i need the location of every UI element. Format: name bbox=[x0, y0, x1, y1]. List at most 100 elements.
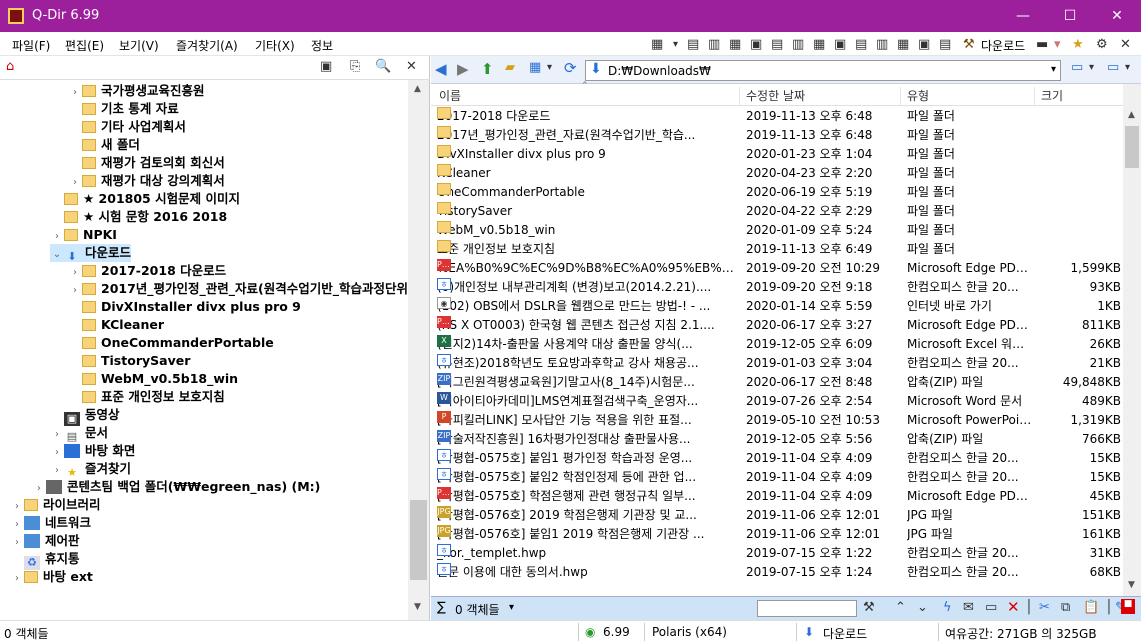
layout-dropdown-icon[interactable]: ▾ bbox=[673, 39, 678, 50]
file-row[interactable]: 표준 개인정보 보호지침 2019-11-13 오후 6:49 파일 폴더 bbox=[431, 240, 1123, 259]
file-row[interactable]: ㅎ 원문 이용에 대한 동의서.hwp 2019-07-15 오후 1:24 한컴오피… bbox=[431, 563, 1123, 582]
tree-item[interactable]: 기초 통계 자료 bbox=[68, 100, 179, 118]
tree-item[interactable]: › 2017-2018 다운로드 bbox=[68, 262, 226, 280]
back-icon[interactable]: ◀ bbox=[435, 60, 447, 78]
stop-icon[interactable]: ■ bbox=[1121, 599, 1135, 614]
file-row[interactable]: WebM_v0.5b18_win 2020-01-09 오후 5:24 파일 폴더 bbox=[431, 221, 1123, 240]
mail-icon[interactable]: ✉ bbox=[963, 600, 974, 615]
paste-icon[interactable]: 📋 bbox=[1083, 600, 1099, 615]
address-path[interactable]: D:₩Downloads₩ bbox=[608, 64, 711, 78]
tree-item[interactable]: ★ 시험 문항 2016 2018 bbox=[50, 208, 227, 226]
scroll-up-icon[interactable]: ▲ bbox=[414, 84, 421, 94]
tree-item[interactable]: › 국가평생교육진흥원 bbox=[68, 82, 205, 100]
folder-tree[interactable]: › 국가평생교육진흥원 기초 통계 자료 기타 사업계획서 새 폴더 재평가 검토의회 회… bbox=[0, 80, 408, 620]
tree-scrollbar[interactable]: ▲ ▼ bbox=[408, 80, 429, 620]
scroll-down-icon[interactable]: ▼ bbox=[414, 602, 421, 612]
layout-10-icon[interactable]: ▤ bbox=[855, 37, 867, 52]
view-mode-icon[interactable]: ▦ bbox=[529, 60, 541, 75]
file-row[interactable]: PDF(KS X OT0003) 한국형 웹 콘텐츠 접근성 지침 2.1...… bbox=[431, 316, 1123, 335]
tree-item[interactable]: ⌄ ⬇ 다운로드 bbox=[50, 244, 132, 264]
tree-item[interactable]: WebM_v0.5b18_win bbox=[68, 370, 238, 388]
cut-icon[interactable]: ✂ bbox=[1039, 600, 1050, 615]
copy-path-icon[interactable]: ⎘ bbox=[350, 59, 360, 74]
scrollbar-thumb[interactable] bbox=[410, 500, 427, 580]
file-row[interactable]: OneCommanderPortable 2020-06-19 오후 5:19 파일… bbox=[431, 183, 1123, 202]
file-row[interactable]: 2017-2018 다운로드 2019-11-13 오후 6:48 파일 폴더 bbox=[431, 107, 1123, 126]
file-row[interactable]: PDF%EA%B0%9C%EC%9D%B8%EC%A0%95%EB%B3... 2… bbox=[431, 259, 1123, 278]
move-up-icon[interactable]: ⌃ bbox=[895, 600, 906, 615]
filter-input[interactable] bbox=[757, 600, 857, 617]
layout-8-icon[interactable]: ▦ bbox=[813, 37, 825, 52]
file-row[interactable]: DivXInstaller divx plus pro 9 2020-01-23 … bbox=[431, 145, 1123, 164]
minimize-button[interactable]: — bbox=[1000, 0, 1046, 32]
tree-item[interactable]: › 재평가 대상 강의계획서 bbox=[68, 172, 225, 190]
tree-item[interactable]: › ★ 즐겨찾기 bbox=[50, 460, 131, 479]
maximize-button[interactable]: ☐ bbox=[1047, 0, 1093, 32]
file-row[interactable]: P [카피킬러LINK] 모사답안 기능 적용을 위한 표절... 2019-05-… bbox=[431, 411, 1123, 430]
column-size[interactable]: 크기 bbox=[1034, 87, 1123, 105]
tree-item[interactable]: 재평가 검토의회 회신서 bbox=[68, 154, 225, 172]
move-down-icon[interactable]: ⌄ bbox=[917, 600, 928, 615]
tree-item[interactable]: › 콘텐츠팀 백업 폴더(₩₩egreen_nas) (M:) bbox=[32, 478, 320, 496]
tree-view-icon[interactable]: ▣ bbox=[320, 59, 332, 74]
column-type[interactable]: 유형 bbox=[900, 87, 1033, 105]
close-tree-icon[interactable]: ✕ bbox=[406, 59, 417, 74]
address-bar[interactable]: ⬇ D:₩Downloads₩ ▾ bbox=[585, 60, 1061, 81]
file-list-scrollbar[interactable]: ▲ ▼ bbox=[1123, 84, 1141, 596]
file-list[interactable]: 2017-2018 다운로드 2019-11-13 오후 6:48 파일 폴더 201… bbox=[431, 106, 1123, 596]
files-scrollbar-thumb[interactable] bbox=[1125, 126, 1139, 168]
file-row[interactable]: ㅎ [학평협-0575호] 붙임1 평가인정 학습과정 운영... 2019-11-… bbox=[431, 449, 1123, 468]
delete-icon[interactable]: ✕ bbox=[1007, 598, 1020, 616]
layout-3-icon[interactable]: ▥ bbox=[708, 37, 720, 52]
layout-13-icon[interactable]: ▣ bbox=[918, 37, 930, 52]
drive-icon[interactable]: ▬ bbox=[1036, 37, 1048, 52]
rename-icon[interactable]: ▭ bbox=[985, 600, 997, 615]
tree-item[interactable]: OneCommanderPortable bbox=[68, 334, 274, 352]
file-row[interactable]: PDF[학평협-0575호] 학점은행제 관련 행정규칙 일부... 2019-1… bbox=[431, 487, 1123, 506]
monitor-icon[interactable]: ▭ bbox=[1071, 60, 1083, 75]
file-row[interactable]: W [지아이티아카데미]LMS연계표절검색구축_운영자... 2019-07-26 … bbox=[431, 392, 1123, 411]
lightning-icon[interactable]: ϟ bbox=[943, 600, 952, 615]
file-row[interactable]: 2017년_평가인정_관련_자료(원격수업기반_학습... 2019-11-13 … bbox=[431, 126, 1123, 145]
menu-view[interactable]: 보기(V) bbox=[119, 37, 159, 54]
copy-icon[interactable]: ⧉ bbox=[1061, 600, 1070, 615]
tree-item[interactable]: › NPKI bbox=[50, 226, 117, 244]
tree-item[interactable]: ▣ 동영상 bbox=[50, 406, 120, 426]
menu-file[interactable]: 파일(F) bbox=[12, 37, 50, 54]
filter-icon[interactable]: ⚒ bbox=[863, 600, 875, 615]
tree-item[interactable]: › 제어판 bbox=[10, 532, 80, 550]
file-row[interactable]: JPG [학평협-0576호] 2019 학점은행제 기관장 및 교... 2019… bbox=[431, 506, 1123, 525]
display-icon[interactable]: ▭ bbox=[1107, 60, 1119, 75]
view-dropdown-icon[interactable]: ▾ bbox=[547, 62, 552, 73]
address-dropdown-icon[interactable]: ▾ bbox=[1051, 64, 1056, 75]
tree-item[interactable]: DivXInstaller divx plus pro 9 bbox=[68, 298, 301, 316]
layout-2-icon[interactable]: ▤ bbox=[687, 37, 699, 52]
close-pane-icon[interactable]: ✕ bbox=[1120, 37, 1131, 52]
tools-settings-icon[interactable]: ⚙ bbox=[1096, 37, 1108, 52]
layout-5-icon[interactable]: ▣ bbox=[750, 37, 762, 52]
tree-item[interactable]: ♻ 휴지통 bbox=[10, 550, 80, 570]
file-row[interactable]: ㅎ (유현조)2018학년도 토요방과후학교 강사 채용공... 2019-01-0… bbox=[431, 354, 1123, 373]
search-icon[interactable]: 🔍 bbox=[375, 59, 391, 74]
file-row[interactable]: KCleaner 2020-04-23 오후 2:20 파일 폴더 bbox=[431, 164, 1123, 183]
expand-toggle-icon[interactable]: ⌄ bbox=[50, 246, 64, 264]
forward-icon[interactable]: ▶ bbox=[457, 60, 469, 78]
tree-item[interactable]: 기타 사업계획서 bbox=[68, 118, 186, 136]
tree-item[interactable]: › 바탕 ext bbox=[10, 568, 93, 586]
file-row[interactable]: JPG [학평협-0576호] 붙임1 2019 학점은행제 기관장 ... 201… bbox=[431, 525, 1123, 544]
file-row[interactable]: ◉ (102) OBS에서 DSLR을 웹캠으로 만드는 방법-! - ... 20… bbox=[431, 297, 1123, 316]
layout-7-icon[interactable]: ▥ bbox=[792, 37, 804, 52]
display-dropdown-icon[interactable]: ▾ bbox=[1125, 62, 1130, 73]
downloads-shortcut[interactable]: 다운로드 bbox=[981, 37, 1025, 54]
tree-item[interactable]: 새 폴더 bbox=[68, 136, 140, 154]
file-row[interactable]: ㅎ (0)개인정보 내부관리계획 (변경)보고(2014.2.21).... 201… bbox=[431, 278, 1123, 297]
tree-item[interactable]: TistorySaver bbox=[68, 352, 190, 370]
tree-item[interactable]: KCleaner bbox=[68, 316, 164, 334]
tree-item[interactable]: ★ 201805 시험문제 이미지 bbox=[50, 190, 240, 208]
file-row[interactable]: TistorySaver 2020-04-22 오후 2:29 파일 폴더 bbox=[431, 202, 1123, 221]
tree-item[interactable]: › 바탕 화면 bbox=[50, 442, 135, 460]
file-row[interactable]: ㅎ [학평협-0575호] 붙임2 학점인정제 등에 관한 업... 2019-11… bbox=[431, 468, 1123, 487]
layout-12-icon[interactable]: ▦ bbox=[897, 37, 909, 52]
layout-4-icon[interactable]: ▦ bbox=[729, 37, 741, 52]
file-row[interactable]: X (별지2)14차-출판물 사용계약 대상 출판물 양식(... 2019-12-… bbox=[431, 335, 1123, 354]
